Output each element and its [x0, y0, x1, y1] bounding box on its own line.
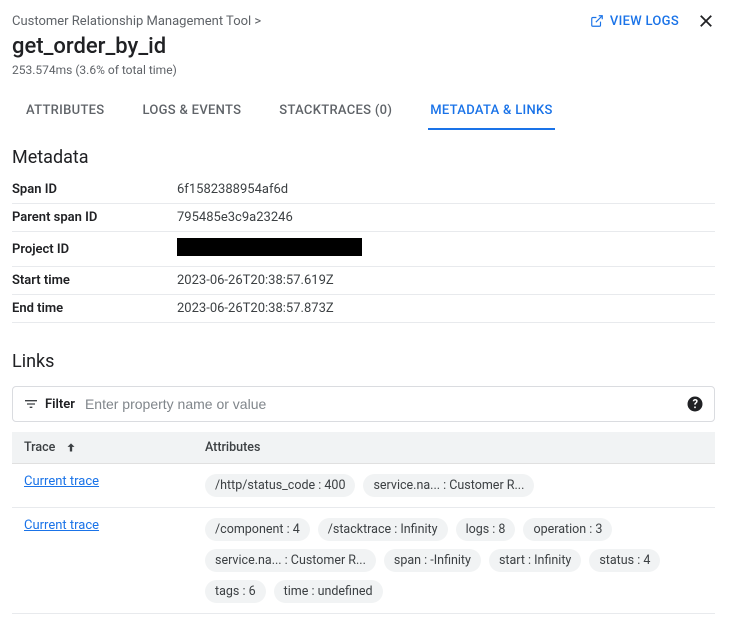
attribute-chip[interactable]: time : undefined	[274, 580, 383, 603]
metadata-value: 2023-06-26T20:38:57.873Z	[177, 295, 715, 323]
attribute-chip[interactable]: operation : 3	[523, 518, 612, 541]
metadata-table: Span ID 6f1582388954af6d Parent span ID …	[12, 176, 715, 323]
metadata-value: 6f1582388954af6d	[177, 176, 715, 204]
tab-bar: ATTRIBUTES LOGS & EVENTS STACKTRACES (0)…	[12, 95, 715, 131]
attribute-chip[interactable]: service.na... : Customer R...	[363, 474, 534, 497]
attribute-chip[interactable]: service.na... : Customer R...	[205, 549, 376, 572]
metadata-label: Parent span ID	[12, 204, 177, 232]
metadata-heading: Metadata	[12, 147, 715, 168]
metadata-row-end-time: End time 2023-06-26T20:38:57.873Z	[12, 295, 715, 323]
attribute-chips: /http/status_code : 400 service.na... : C…	[205, 474, 707, 497]
attribute-chip[interactable]: span : -Infinity	[384, 549, 481, 572]
links-table-col-trace[interactable]: Trace	[12, 432, 197, 464]
filter-icon	[23, 396, 39, 412]
col-trace-label: Trace	[24, 440, 55, 455]
metadata-label: End time	[12, 295, 177, 323]
attribute-chip[interactable]: tags : 6	[205, 580, 266, 603]
attribute-chip[interactable]: status : 4	[589, 549, 660, 572]
close-button[interactable]	[697, 12, 715, 30]
help-icon[interactable]	[686, 395, 704, 413]
attribute-chip[interactable]: /http/status_code : 400	[205, 474, 355, 497]
attribute-chip[interactable]: logs : 8	[456, 518, 516, 541]
metadata-value: 2023-06-26T20:38:57.619Z	[177, 267, 715, 295]
trace-link[interactable]: Current trace	[24, 474, 99, 489]
links-table-col-attributes[interactable]: Attributes	[197, 432, 715, 464]
tab-attributes[interactable]: ATTRIBUTES	[24, 95, 106, 130]
metadata-label: Project ID	[12, 232, 177, 267]
metadata-row-span-id: Span ID 6f1582388954af6d	[12, 176, 715, 204]
view-logs-label: VIEW LOGS	[610, 14, 679, 29]
metadata-label: Span ID	[12, 176, 177, 204]
links-heading: Links	[12, 351, 715, 372]
attribute-chip[interactable]: /stacktrace : Infinity	[318, 518, 448, 541]
links-table: Trace Attributes Current trace/http/stat…	[12, 432, 715, 614]
metadata-row-start-time: Start time 2023-06-26T20:38:57.619Z	[12, 267, 715, 295]
view-logs-link[interactable]: VIEW LOGS	[590, 14, 679, 29]
metadata-row-parent-span-id: Parent span ID 795485e3c9a23246	[12, 204, 715, 232]
links-table-row: Current trace/http/status_code : 400 serv…	[12, 464, 715, 508]
filter-input[interactable]	[85, 396, 676, 412]
filter-bar: Filter	[12, 386, 715, 422]
sort-asc-icon	[64, 441, 78, 455]
breadcrumb[interactable]: Customer Relationship Management Tool >	[12, 14, 261, 29]
tab-metadata-links[interactable]: METADATA & LINKS	[428, 95, 555, 130]
links-table-row: Current trace/component : 4/stacktrace :…	[12, 508, 715, 614]
metadata-value: 795485e3c9a23246	[177, 204, 715, 232]
timing-subtitle: 253.574ms (3.6% of total time)	[12, 63, 715, 77]
trace-link[interactable]: Current trace	[24, 518, 99, 533]
metadata-label: Start time	[12, 267, 177, 295]
page-title: get_order_by_id	[12, 34, 715, 59]
attribute-chip[interactable]: /component : 4	[205, 518, 310, 541]
metadata-row-project-id: Project ID	[12, 232, 715, 267]
close-icon	[697, 12, 715, 30]
tab-logs-events[interactable]: LOGS & EVENTS	[140, 95, 243, 130]
filter-label: Filter	[23, 396, 75, 412]
metadata-value-redacted	[177, 232, 715, 267]
attribute-chip[interactable]: start : Infinity	[489, 549, 581, 572]
open-in-new-icon	[590, 14, 604, 28]
filter-label-text: Filter	[45, 397, 75, 412]
tab-stacktraces[interactable]: STACKTRACES (0)	[277, 95, 394, 130]
attribute-chips: /component : 4/stacktrace : Infinity logs…	[205, 518, 707, 603]
